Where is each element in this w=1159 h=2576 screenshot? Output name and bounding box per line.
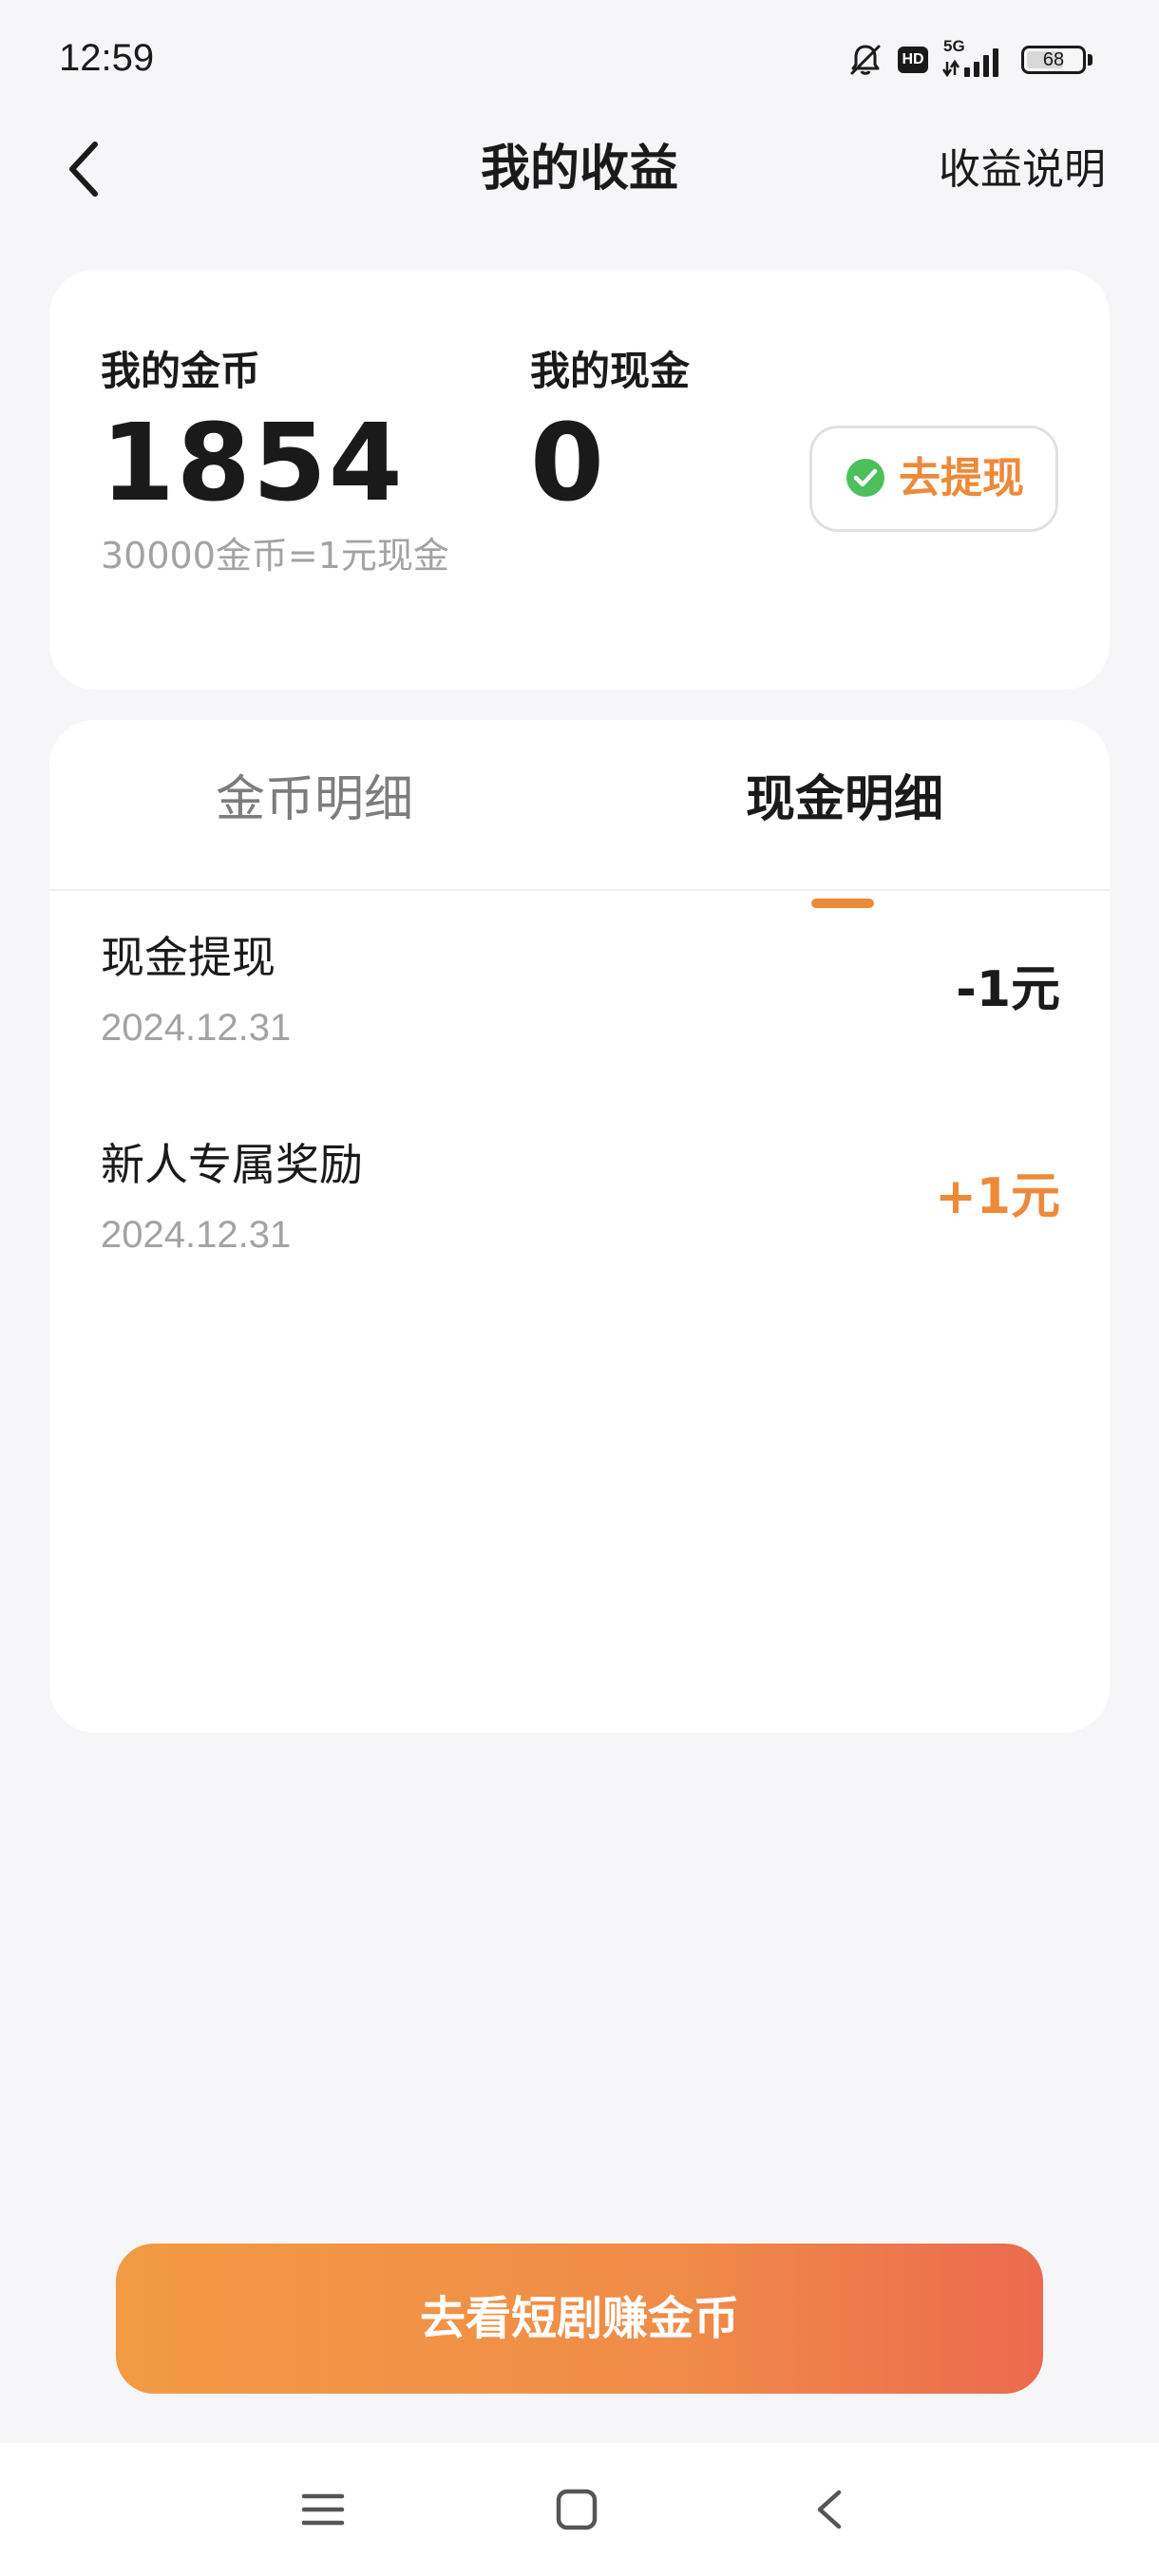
- battery-level: 68: [1042, 49, 1065, 70]
- nav-home-button[interactable]: [539, 2472, 615, 2548]
- system-nav-bar: [0, 2443, 1159, 2576]
- balance-card: 我的金币 1854 30000金币=1元现金 我的现金 0 去提现: [49, 270, 1110, 690]
- cta-label: 去看短剧赚金币: [419, 2292, 739, 2345]
- hd-icon: HD: [898, 47, 928, 73]
- signal-icon: 5G: [941, 37, 1008, 79]
- header: 我的收益 收益说明: [0, 123, 1159, 215]
- details-card: 金币明细 现金明细 现金提现 2024.12.31 -1元 新人专属奖励 202…: [49, 720, 1110, 1733]
- record-title: 现金提现: [101, 932, 276, 983]
- coin-label: 我的金币: [101, 348, 261, 394]
- list-item: 新人专属奖励 2024.12.31 +1元: [49, 1138, 1110, 1318]
- coin-balance: 我的金币 1854 30000金币=1元现金: [101, 348, 449, 578]
- battery-nub: [1088, 54, 1092, 66]
- status-bar: 12:59 HD 5G 68: [0, 0, 1159, 114]
- tab-label: 现金明细: [745, 771, 943, 828]
- detail-tabs: 金币明细 现金明细: [49, 720, 1110, 908]
- cash-value: 0: [530, 402, 606, 525]
- status-icons: HD 5G 68: [846, 36, 1092, 84]
- tab-coin-details[interactable]: 金币明细: [49, 769, 580, 855]
- exchange-rate-note: 30000金币=1元现金: [101, 535, 449, 577]
- list-item: 现金提现 2024.12.31 -1元: [49, 931, 1110, 1111]
- tab-cash-details[interactable]: 现金明细: [580, 769, 1110, 908]
- record-amount: +1元: [935, 1168, 1060, 1225]
- network-label: 5G: [943, 37, 965, 55]
- battery-icon: 68: [1021, 46, 1086, 74]
- coin-value: 1854: [101, 402, 405, 525]
- wechat-icon: [846, 459, 884, 497]
- record-date: 2024.12.31: [101, 1007, 292, 1049]
- home-icon: [556, 2489, 598, 2530]
- back-icon: [817, 2490, 842, 2529]
- menu-icon: [301, 2493, 345, 2526]
- earnings-help-link[interactable]: 收益说明: [939, 144, 1106, 196]
- status-time: 12:59: [59, 37, 155, 79]
- record-amount: -1元: [956, 961, 1060, 1018]
- cash-label: 我的现金: [530, 348, 691, 394]
- nav-menu-button[interactable]: [285, 2472, 361, 2548]
- withdraw-label: 去提现: [899, 454, 1024, 502]
- withdraw-button[interactable]: 去提现: [809, 426, 1058, 532]
- active-tab-indicator: [811, 899, 874, 908]
- record-title: 新人专属奖励: [101, 1139, 363, 1190]
- watch-drama-earn-coins-button[interactable]: 去看短剧赚金币: [116, 2244, 1043, 2394]
- cash-balance: 我的现金 0: [530, 348, 690, 519]
- record-date: 2024.12.31: [101, 1214, 292, 1256]
- bell-off-icon: [846, 41, 884, 79]
- nav-back-button[interactable]: [791, 2472, 867, 2548]
- tab-label: 金币明细: [215, 771, 413, 828]
